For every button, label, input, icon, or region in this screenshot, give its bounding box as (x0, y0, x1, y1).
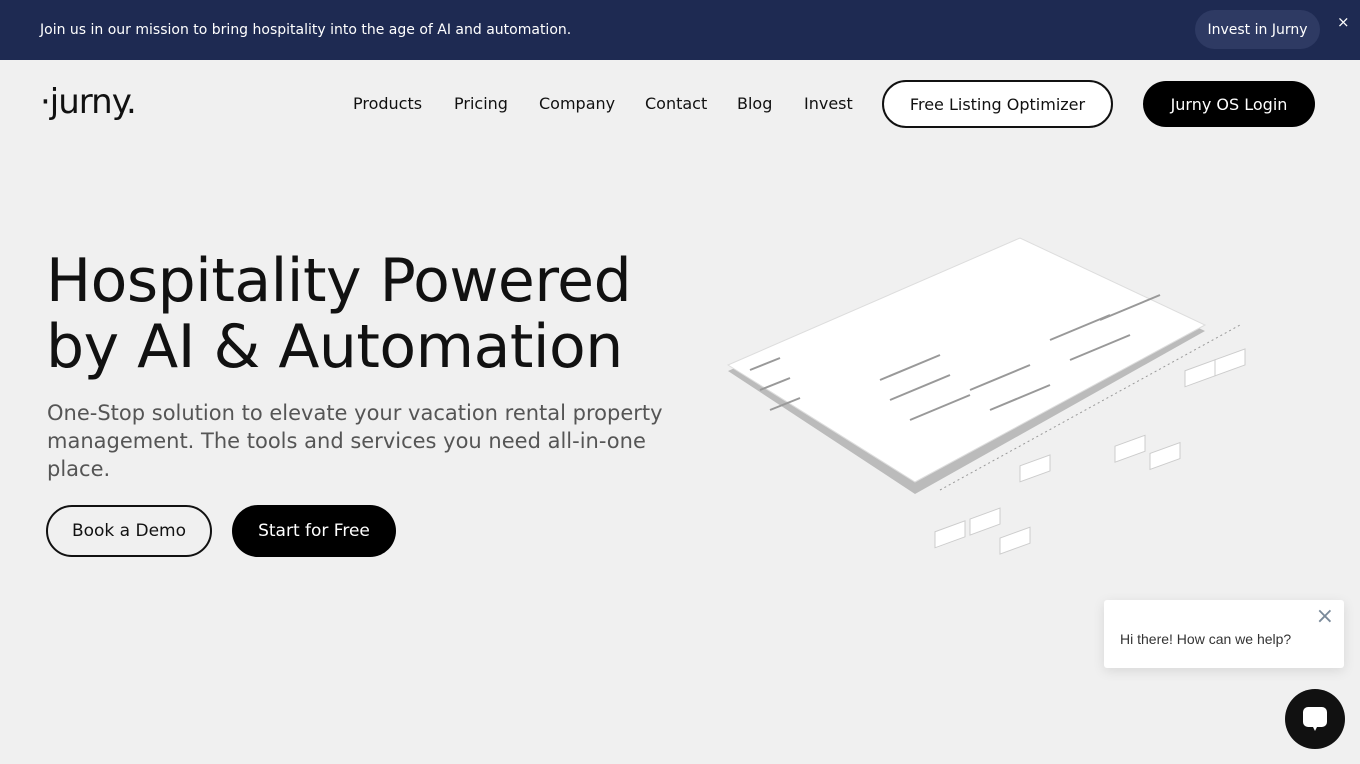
chat-message: Hi there! How can we help? (1120, 631, 1292, 647)
invest-button[interactable]: Invest in Jurny (1195, 10, 1320, 49)
login-button[interactable]: Jurny OS Login (1143, 81, 1315, 127)
start-free-button[interactable]: Start for Free (232, 505, 396, 557)
nav-pricing[interactable]: Pricing (454, 94, 508, 113)
close-icon[interactable]: × (1316, 604, 1334, 629)
chat-popup: Hi there! How can we help? × (1104, 600, 1344, 668)
nav-contact[interactable]: Contact (645, 94, 707, 113)
title-line-1: Hospitality Powered (46, 246, 632, 316)
chat-bubble-icon (1303, 707, 1327, 731)
book-demo-button[interactable]: Book a Demo (46, 505, 212, 557)
nav-blog[interactable]: Blog (737, 94, 772, 113)
title-line-2: by AI & Automation (46, 312, 623, 382)
chat-button[interactable] (1285, 689, 1345, 749)
banner-text: Join us in our mission to bring hospital… (40, 22, 572, 38)
free-listing-optimizer-button[interactable]: Free Listing Optimizer (882, 80, 1113, 128)
hero-title: Hospitality Powered by AI & Automation (46, 246, 632, 382)
nav-products[interactable]: Products (353, 94, 422, 113)
nav-company[interactable]: Company (539, 94, 615, 113)
close-icon[interactable]: × (1337, 13, 1350, 31)
hero-subtitle: One-Stop solution to elevate your vacati… (47, 401, 663, 481)
announcement-banner: Join us in our mission to bring hospital… (0, 0, 1360, 60)
dashboard-illustration (726, 237, 1246, 555)
logo[interactable]: ·jurny. (40, 82, 137, 122)
nav-invest[interactable]: Invest (804, 94, 853, 113)
